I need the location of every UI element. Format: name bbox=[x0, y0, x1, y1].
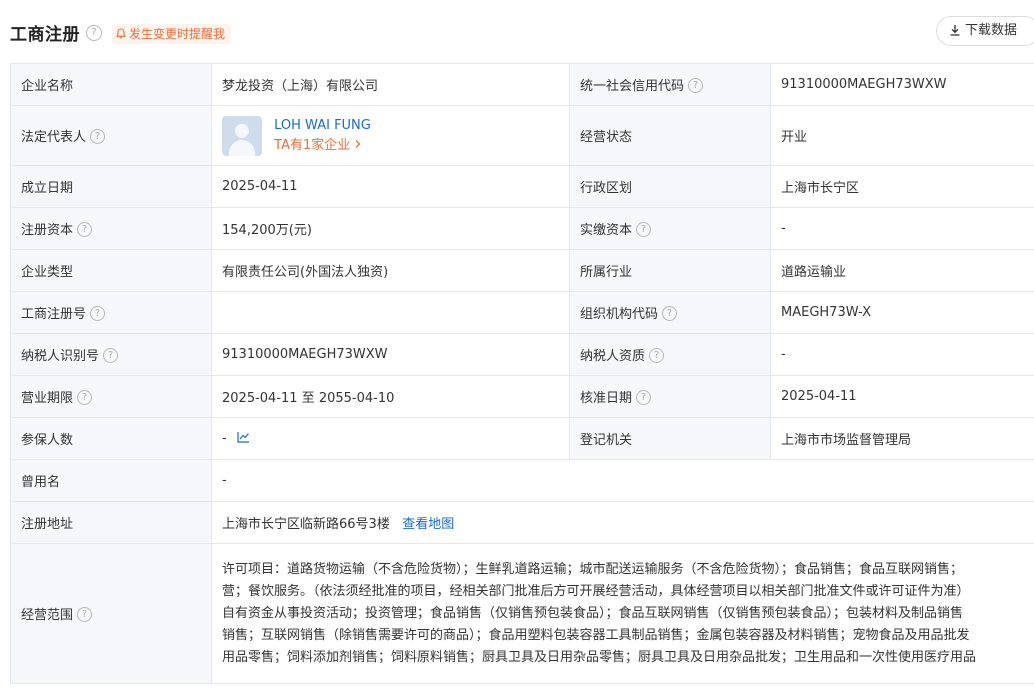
founded-value: 2025-04-11 bbox=[211, 165, 570, 208]
former-name-value: - bbox=[211, 459, 1034, 502]
table-row: 纳税人识别号? 91310000MAEGH73WXW 纳税人资质? - bbox=[10, 333, 1034, 376]
scope-line: 销售；互联网销售（除销售需要许可的商品）；食品用塑料包装容器工具制品销售；金属包… bbox=[222, 627, 970, 643]
legal-rep-companies-link[interactable]: TA有1家企业 bbox=[274, 136, 371, 156]
term-label: 营业期限? bbox=[10, 375, 212, 418]
scope-value: 许可项目：道路货物运输（不含危险货物）；生鲜乳道路运输；城市配送运输服务（不含危… bbox=[211, 543, 1034, 684]
insured-label: 参保人数 bbox=[10, 417, 212, 460]
authority-value: 上海市市场监督管理局 bbox=[770, 417, 1034, 460]
region-value: 上海市长宁区 bbox=[770, 165, 1034, 208]
reg-capital-value: 154,200万(元) bbox=[211, 207, 570, 250]
help-icon[interactable]: ? bbox=[103, 348, 119, 363]
taxpayer-qual-label: 纳税人资质? bbox=[569, 333, 771, 376]
trend-chart-icon[interactable] bbox=[237, 431, 250, 443]
table-row: 营业期限? 2025-04-11 至 2055-04-10 核准日期? 2025… bbox=[10, 375, 1034, 418]
status-value: 开业 bbox=[770, 105, 1034, 166]
legal-rep-label: 法定代表人? bbox=[10, 105, 212, 166]
credit-code-value: 91310000MAEGH73WXW bbox=[770, 63, 1034, 106]
legal-rep-cell: LOH WAI FUNG TA有1家企业 bbox=[211, 105, 570, 166]
download-icon bbox=[950, 24, 960, 36]
section-title: 工商注册 bbox=[10, 25, 80, 45]
region-label: 行政区划 bbox=[569, 165, 771, 208]
table-row: 工商注册号? 组织机构代码? MAEGH73W-X bbox=[10, 291, 1034, 334]
table-row: 企业名称 梦龙投资（上海）有限公司 统一社会信用代码? 91310000MAEG… bbox=[10, 63, 1034, 106]
address-label: 注册地址 bbox=[10, 501, 212, 544]
section-header: 工商注册 ? 发生变更时提醒我 下载数据 bbox=[0, 0, 1034, 64]
help-icon[interactable]: ? bbox=[90, 306, 106, 321]
table-row: 法定代表人? LOH WAI FUNG TA有1家企业 经营状态 开业 bbox=[10, 105, 1034, 166]
table-row: 注册地址 上海市长宁区临新路66号3楼 查看地图 bbox=[10, 501, 1034, 544]
org-code-value: MAEGH73W-X bbox=[770, 291, 1034, 334]
address-cell: 上海市长宁区临新路66号3楼 查看地图 bbox=[211, 501, 1034, 544]
approved-label: 核准日期? bbox=[569, 375, 771, 418]
credit-code-label: 统一社会信用代码? bbox=[569, 63, 771, 106]
scope-line: 营；餐饮服务。（依法须经批准的项目，经相关部门批准后方可开展经营活动，具体经营项… bbox=[222, 583, 970, 599]
help-icon[interactable]: ? bbox=[688, 78, 704, 93]
former-name-label: 曾用名 bbox=[10, 459, 212, 502]
reg-no-value bbox=[211, 291, 570, 334]
table-row: 参保人数 - 登记机关 上海市市场监督管理局 bbox=[10, 417, 1034, 460]
address-value: 上海市长宁区临新路66号3楼 bbox=[222, 517, 390, 532]
reg-capital-label: 注册资本? bbox=[10, 207, 212, 250]
company-name-label: 企业名称 bbox=[10, 63, 212, 106]
table-row: 企业类型 有限责任公司(外国法人独资) 所属行业 道路运输业 bbox=[10, 249, 1034, 292]
scope-line: 许可项目：道路货物运输（不含危险货物）；生鲜乳道路运输；城市配送运输服务（不含危… bbox=[222, 561, 964, 577]
bell-icon bbox=[116, 28, 126, 39]
download-data-label: 下载数据 bbox=[965, 23, 1018, 38]
table-row: 成立日期 2025-04-11 行政区划 上海市长宁区 bbox=[10, 165, 1034, 208]
company-type-label: 企业类型 bbox=[10, 249, 212, 292]
status-label: 经营状态 bbox=[569, 105, 771, 166]
industry-value: 道路运输业 bbox=[770, 249, 1034, 292]
paid-capital-label: 实缴资本? bbox=[569, 207, 771, 250]
taxpayer-qual-value: - bbox=[770, 333, 1034, 376]
reg-no-label: 工商注册号? bbox=[10, 291, 212, 334]
help-icon[interactable]: ? bbox=[649, 348, 665, 363]
paid-capital-value: - bbox=[770, 207, 1034, 250]
insured-value: - bbox=[222, 431, 227, 446]
registration-table: 企业名称 梦龙投资（上海）有限公司 统一社会信用代码? 91310000MAEG… bbox=[10, 63, 1034, 684]
approved-value: 2025-04-11 bbox=[770, 375, 1034, 418]
avatar[interactable] bbox=[222, 115, 262, 156]
table-row: 注册资本? 154,200万(元) 实缴资本? - bbox=[10, 207, 1034, 250]
help-icon[interactable]: ? bbox=[86, 25, 102, 41]
scope-line: 用品零售；饲料添加剂销售；饲料原料销售；厨具卫具及日用杂品零售；厨具卫具及日用杂… bbox=[222, 649, 977, 665]
change-alert-label: 发生变更时提醒我 bbox=[129, 27, 226, 41]
help-icon[interactable]: ? bbox=[77, 222, 93, 237]
org-code-label: 组织机构代码? bbox=[569, 291, 771, 334]
help-icon[interactable]: ? bbox=[77, 607, 93, 622]
scope-label: 经营范围? bbox=[10, 543, 212, 684]
table-row: 曾用名 - bbox=[10, 459, 1034, 502]
term-value: 2025-04-11 至 2055-04-10 bbox=[211, 375, 570, 418]
download-data-button[interactable]: 下载数据 bbox=[936, 16, 1034, 46]
company-type-value: 有限责任公司(外国法人独资) bbox=[211, 249, 570, 292]
insured-cell: - bbox=[211, 417, 570, 460]
help-icon[interactable]: ? bbox=[636, 390, 652, 405]
help-icon[interactable]: ? bbox=[77, 390, 93, 405]
change-alert-button[interactable]: 发生变更时提醒我 bbox=[112, 24, 232, 44]
help-icon[interactable]: ? bbox=[90, 129, 106, 144]
help-icon[interactable]: ? bbox=[662, 306, 678, 321]
help-icon[interactable]: ? bbox=[636, 222, 652, 237]
chevron-right-icon bbox=[355, 140, 361, 148]
scope-line: 自有资金从事投资活动；投资管理；食品销售（仅销售预包装食品）；食品互联网销售（仅… bbox=[222, 605, 964, 621]
legal-rep-name-link[interactable]: LOH WAI FUNG bbox=[274, 116, 371, 136]
company-name-value: 梦龙投资（上海）有限公司 bbox=[211, 63, 570, 106]
view-map-link[interactable]: 查看地图 bbox=[402, 517, 454, 532]
table-row: 经营范围? 许可项目：道路货物运输（不含危险货物）；生鲜乳道路运输；城市配送运输… bbox=[10, 543, 1034, 684]
taxpayer-id-label: 纳税人识别号? bbox=[10, 333, 212, 376]
industry-label: 所属行业 bbox=[569, 249, 771, 292]
founded-label: 成立日期 bbox=[10, 165, 212, 208]
authority-label: 登记机关 bbox=[569, 417, 771, 460]
taxpayer-id-value: 91310000MAEGH73WXW bbox=[211, 333, 570, 376]
